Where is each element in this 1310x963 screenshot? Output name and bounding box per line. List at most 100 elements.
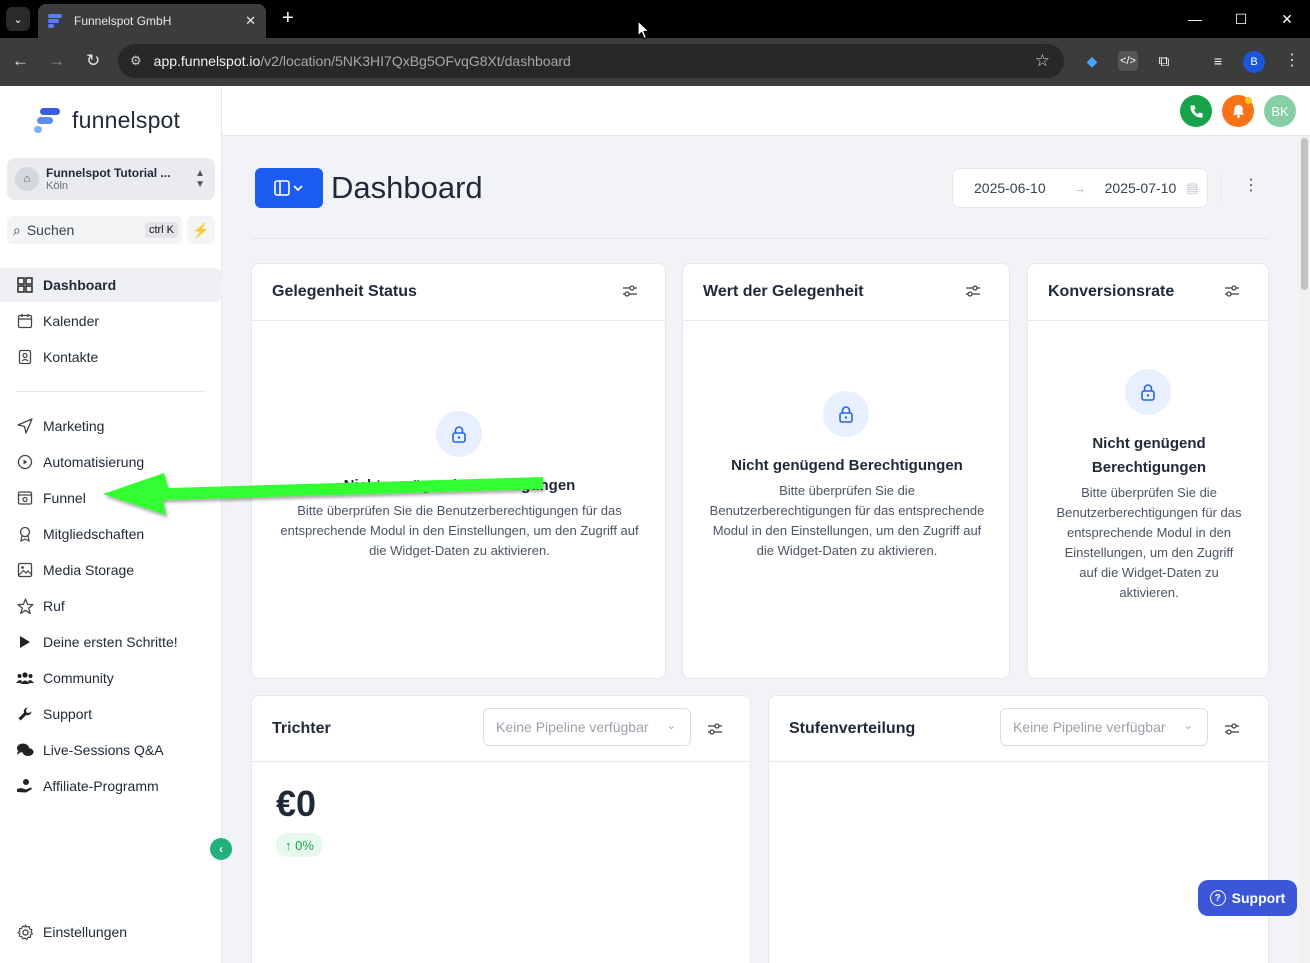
close-tab-icon[interactable]: ✕ (245, 13, 256, 29)
minimize-icon[interactable]: — (1172, 0, 1218, 38)
wrench-icon (16, 705, 34, 723)
forward-icon[interactable]: → (48, 51, 65, 71)
card-title: Trichter (272, 719, 331, 737)
permission-title: Nicht genügend Berechtigungen (731, 457, 963, 474)
pipeline-placeholder: Keine Pipeline verfügbar (1013, 719, 1166, 735)
url-host: app.funnelspot.io (153, 53, 261, 69)
extension-code-icon[interactable]: </> (1118, 51, 1138, 71)
scrollbar-thumb[interactable] (1301, 138, 1308, 290)
reload-icon[interactable]: ↻ (86, 51, 100, 71)
more-options-icon[interactable]: ⋮ (1243, 178, 1259, 194)
sidebar-item-label: Automatisierung (43, 454, 145, 470)
support-button[interactable]: ? Support (1198, 880, 1297, 916)
calendar-icon: ▤ (1186, 180, 1199, 195)
page-title: Dashboard (331, 170, 483, 205)
tab-search-button[interactable]: ⌄ (6, 7, 30, 31)
dashboard-switcher-button[interactable] (255, 168, 323, 208)
sidebar-item-ruf[interactable]: Ruf (0, 589, 222, 623)
filter-settings-icon[interactable] (965, 284, 981, 301)
collapse-sidebar-button[interactable]: ‹ (210, 838, 232, 860)
lock-icon (436, 411, 482, 457)
browser-tab-bar: ⌄ Funnelspot GmbH ✕ + — ☐ ✕ (0, 0, 1310, 38)
sidebar-item-community[interactable]: Community (0, 661, 222, 695)
sidebar-item-label: Affiliate-Programm (43, 778, 159, 794)
sidebar-item-marketing[interactable]: Marketing (0, 409, 222, 443)
sidebar-item-support[interactable]: Support (0, 697, 222, 731)
chat-icon (16, 741, 34, 759)
sidebar-item-erste-schritte[interactable]: Deine ersten Schritte! (0, 625, 222, 659)
pipeline-placeholder: Keine Pipeline verfügbar (496, 719, 649, 735)
filter-settings-icon[interactable] (1224, 722, 1240, 739)
maximize-icon[interactable]: ☐ (1218, 0, 1264, 38)
phone-icon[interactable] (1180, 95, 1212, 127)
sidebar-item-kontakte[interactable]: Kontakte (0, 340, 222, 374)
url-field[interactable]: ⚙ app.funnelspot.io/v2/location/5NK3HI7Q… (118, 44, 1064, 78)
chevron-down-icon: ⌄ (1183, 720, 1193, 732)
contacts-icon (16, 348, 34, 366)
sidebar-item-dashboard[interactable]: Dashboard (0, 268, 222, 302)
new-tab-button[interactable]: + (282, 8, 294, 28)
scrollbar[interactable] (1299, 136, 1310, 963)
location-switcher[interactable]: ⌂ Funnelspot Tutorial ... Köln ▲ ▼ (7, 158, 215, 200)
sidebar-item-media-storage[interactable]: Media Storage (0, 553, 222, 587)
card-opportunity-value: Wert der Gelegenheit Nicht genügend Bere… (682, 263, 1010, 679)
card-stage-distribution: Stufenverteilung Keine Pipeline verfügba… (768, 695, 1269, 963)
bookmark-star-icon[interactable]: ☆ (1035, 51, 1050, 71)
media-control-icon[interactable]: ≡ (1208, 51, 1228, 71)
card-title: Konversionsrate (1048, 283, 1175, 300)
profile-avatar[interactable]: B (1243, 51, 1265, 73)
extension-diamond-icon[interactable]: ◆ (1082, 51, 1102, 71)
sidebar-item-affiliate[interactable]: Affiliate-Programm (0, 769, 222, 803)
permission-title: Nicht genügend Berechtigungen (343, 477, 576, 494)
url-path: /v2/location/5NK3HI7QxBg5OFvqG8Xt/dashbo… (260, 53, 571, 69)
pipeline-select[interactable]: Keine Pipeline verfügbar ⌄ (1000, 708, 1208, 746)
filter-settings-icon[interactable] (707, 722, 723, 739)
sidebar-item-label: Media Storage (43, 562, 135, 578)
search-icon: ⌕ (13, 221, 21, 238)
sidebar-item-automatisierung[interactable]: Automatisierung (0, 445, 222, 479)
pipeline-select[interactable]: Keine Pipeline verfügbar ⌄ (483, 708, 691, 746)
location-city: Köln (46, 180, 69, 192)
search-label: Suchen (26, 222, 75, 238)
sidebar-item-label: Kontakte (43, 349, 99, 365)
mouse-cursor-icon (637, 20, 650, 40)
logo-text: funnelspot (72, 106, 181, 133)
sidebar-item-label: Kalender (43, 313, 100, 329)
browser-tab[interactable]: Funnelspot GmbH ✕ (38, 4, 266, 38)
location-icon: ⌂ (15, 167, 39, 191)
back-icon[interactable]: ← (12, 51, 29, 71)
sidebar-item-funnel[interactable]: Funnel (0, 481, 222, 515)
sidebar-item-label: Community (43, 670, 114, 686)
automation-icon (16, 453, 34, 471)
image-icon (16, 561, 34, 579)
sidebar-item-label: Deine ersten Schritte! (43, 634, 178, 650)
site-info-icon[interactable]: ⚙ (130, 53, 142, 69)
extensions-puzzle-icon[interactable]: ⧉ (1154, 51, 1174, 71)
settings-label: Einstellungen (43, 924, 128, 940)
sidebar-item-einstellungen[interactable]: Einstellungen (0, 915, 200, 949)
funnelspot-favicon (48, 13, 64, 29)
sidebar-item-kalender[interactable]: Kalender (0, 304, 222, 338)
user-avatar[interactable]: BK (1264, 95, 1296, 127)
chevron-updown-icon: ▲ ▼ (195, 168, 205, 190)
bell-icon[interactable] (1222, 95, 1254, 127)
close-window-icon[interactable]: ✕ (1264, 0, 1310, 38)
filter-settings-icon[interactable] (622, 284, 638, 301)
sidebar-item-mitgliedschaften[interactable]: Mitgliedschaften (0, 517, 222, 551)
funnel-icon (16, 489, 34, 507)
card-conversion-rate: Konversionsrate Nicht genügend Berechtig… (1027, 263, 1269, 679)
date-range-picker[interactable]: 2025-06-10 → 2025-07-10 ▤ (952, 168, 1208, 208)
star-icon (16, 597, 34, 615)
calendar-icon (16, 312, 34, 330)
date-from: 2025-06-10 (974, 180, 1046, 196)
sidebar-item-live-sessions[interactable]: Live-Sessions Q&A (0, 733, 222, 767)
search-shortcut: ctrl K (144, 222, 178, 238)
play-icon (16, 633, 34, 651)
filter-settings-icon[interactable] (1224, 284, 1240, 301)
sidebar: funnelspot ⌂ Funnelspot Tutorial ... Köl… (0, 86, 222, 963)
logo[interactable]: funnelspot (34, 106, 180, 134)
search-input[interactable]: ⌕ Suchen ctrl K (7, 216, 182, 244)
browser-menu-icon[interactable]: ⋮ (1284, 50, 1300, 70)
quick-action-bolt-icon[interactable]: ⚡ (187, 216, 215, 244)
sidebar-item-label: Live-Sessions Q&A (43, 742, 164, 758)
